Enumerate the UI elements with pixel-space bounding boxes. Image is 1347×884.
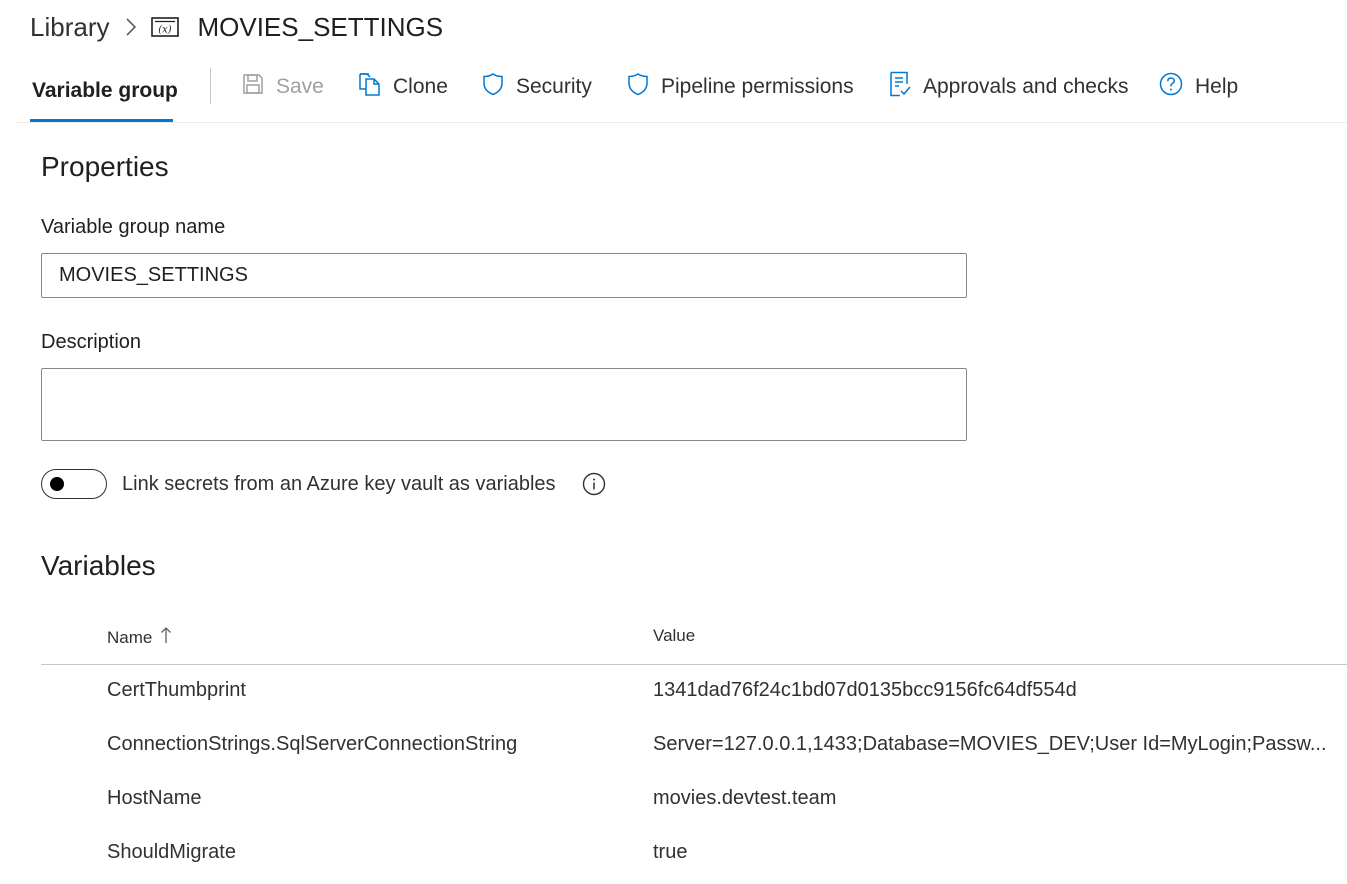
variables-table-header: Name Value: [41, 612, 1347, 665]
variable-name: ShouldMigrate: [107, 841, 236, 863]
table-row[interactable]: ConnectionStrings.SqlServerConnectionStr…: [41, 719, 1347, 773]
pipeline-permissions-button[interactable]: Pipeline permissions: [627, 70, 854, 104]
variables-heading: Variables: [41, 550, 156, 581]
tab-selected-indicator: [30, 119, 173, 122]
checklist-icon: [889, 71, 911, 103]
variable-group-icon: (x): [151, 17, 180, 37]
command-bar: Variable group Save Clone Security Pipel…: [16, 60, 1347, 123]
clone-button-label: Clone: [393, 75, 448, 98]
variable-value: 1341dad76f24c1bd07d0135bcc9156fc64df554d: [653, 679, 1077, 701]
page-title: MOVIES_SETTINGS: [197, 11, 444, 42]
variable-name: HostName: [107, 787, 202, 809]
sort-ascending-icon: [160, 626, 172, 649]
variable-name: CertThumbprint: [107, 679, 246, 701]
security-button[interactable]: Security: [482, 70, 592, 104]
toggle-knob: [50, 477, 64, 491]
variable-group-name-label: Variable group name: [41, 216, 226, 238]
variable-group-name-input[interactable]: [41, 253, 967, 298]
variable-value: true: [653, 841, 688, 863]
variable-value: Server=127.0.0.1,1433;Database=MOVIES_DE…: [653, 733, 1327, 755]
variable-name: ConnectionStrings.SqlServerConnectionStr…: [107, 733, 518, 755]
help-button[interactable]: Help: [1159, 70, 1238, 104]
table-row[interactable]: CertThumbprint 1341dad76f24c1bd07d0135bc…: [41, 665, 1347, 719]
info-icon[interactable]: [582, 472, 606, 496]
save-button-label: Save: [276, 75, 324, 98]
clone-button[interactable]: Clone: [357, 70, 448, 104]
shield-icon: [482, 72, 504, 102]
help-button-label: Help: [1195, 75, 1239, 98]
properties-heading: Properties: [41, 151, 169, 182]
tab-variable-group[interactable]: Variable group: [30, 60, 180, 122]
chevron-right-icon: [125, 17, 137, 37]
approvals-and-checks-button-label: Approvals and checks: [923, 75, 1129, 98]
svg-text:(x): (x): [159, 25, 173, 36]
breadcrumb-library-link[interactable]: Library: [30, 12, 109, 43]
help-icon: [1159, 72, 1183, 102]
save-button[interactable]: Save: [242, 70, 324, 104]
column-header-value-label: Value: [653, 626, 696, 645]
keyvault-toggle[interactable]: [41, 469, 107, 499]
column-header-name[interactable]: Name: [107, 626, 172, 649]
table-row[interactable]: ShouldMigrate true: [41, 827, 1347, 881]
keyvault-toggle-label: Link secrets from an Azure key vault as …: [122, 472, 556, 495]
toolbar-divider: [210, 68, 211, 104]
keyvault-toggle-row: Link secrets from an Azure key vault as …: [41, 469, 606, 499]
clone-icon: [357, 72, 381, 102]
column-header-name-label: Name: [107, 627, 153, 647]
save-icon: [242, 73, 264, 101]
description-label: Description: [41, 331, 142, 353]
variable-value: movies.devtest.team: [653, 787, 837, 809]
description-input[interactable]: [41, 368, 967, 441]
pipeline-permissions-button-label: Pipeline permissions: [661, 75, 854, 98]
approvals-and-checks-button[interactable]: Approvals and checks: [889, 70, 1128, 104]
column-header-value[interactable]: Value: [653, 626, 695, 646]
shield-icon: [627, 72, 649, 102]
table-row[interactable]: HostName movies.devtest.team: [41, 773, 1347, 827]
security-button-label: Security: [516, 75, 592, 98]
breadcrumb: Library (x) MOVIES_SETTINGS: [30, 8, 443, 46]
